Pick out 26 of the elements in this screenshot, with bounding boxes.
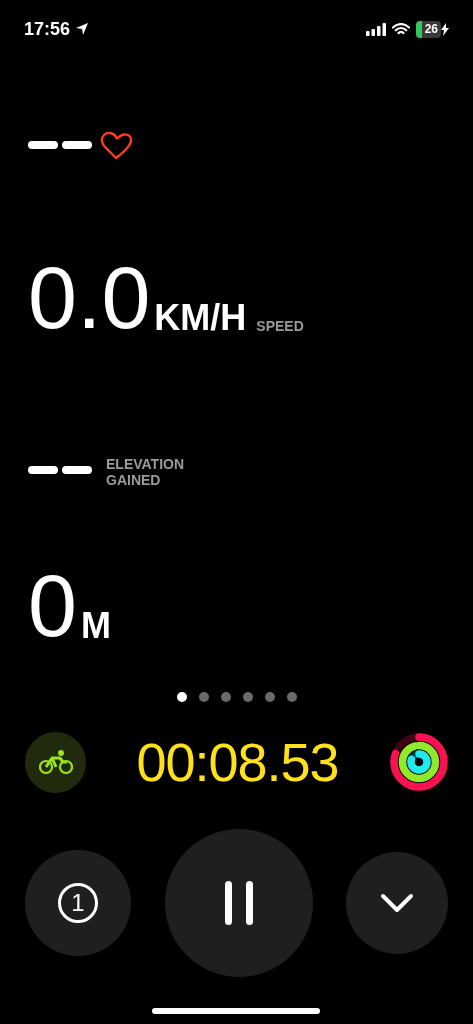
metric-value: 0 (28, 566, 77, 646)
metric-label: SPEED (256, 318, 304, 334)
empty-value-icon (28, 466, 92, 474)
segment-button[interactable]: 1 (25, 850, 131, 956)
page-dot[interactable] (198, 692, 209, 702)
pause-icon (224, 881, 253, 925)
metric-label: ELEVATION GAINED (106, 456, 186, 488)
metric-unit: M (80, 606, 111, 646)
page-dot[interactable] (220, 692, 231, 702)
chevron-down-icon (380, 893, 414, 913)
page-dot[interactable] (176, 692, 187, 702)
clock-time: 17:56 (24, 18, 71, 40)
page-dot[interactable] (242, 692, 253, 702)
signal-icon (365, 22, 386, 36)
empty-value-icon (28, 141, 92, 149)
cyclist-icon (38, 750, 73, 774)
location-arrow-icon (75, 22, 90, 36)
metric-value: 0.0 (28, 258, 151, 338)
metric-unit: KM/H (154, 298, 247, 338)
wifi-icon (391, 22, 410, 36)
heart-icon (100, 130, 134, 160)
page-dot[interactable] (286, 692, 297, 702)
battery-indicator: 26 (415, 20, 441, 38)
elapsed-time: 00:08.53 (136, 731, 339, 793)
page-dot[interactable] (264, 692, 275, 702)
activity-rings-icon (389, 732, 449, 792)
